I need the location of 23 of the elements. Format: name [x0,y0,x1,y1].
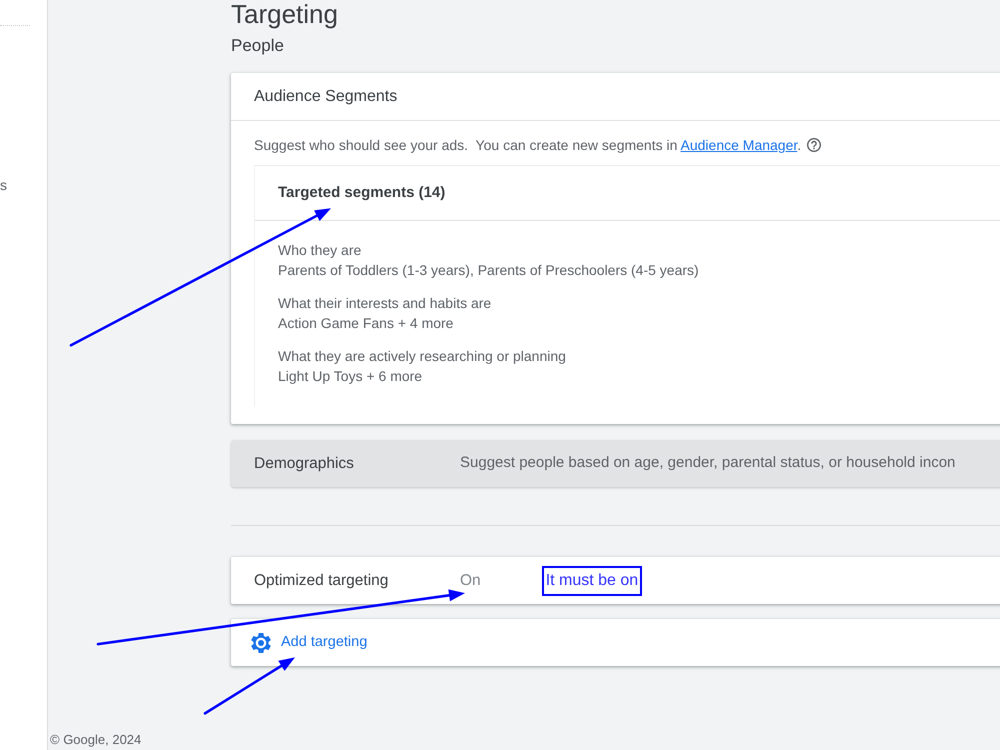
audience-manager-link[interactable]: Audience Manager [680,137,798,153]
segment-list-text: Parents of Toddlers (1-3 years), Parents of Preschoolers (4-5 years) [278,260,700,280]
description-text: Suggest who should see your ads. You can create new segments in Audience Manager. [254,136,802,155]
segment-category-label: What they are actively researching or planning [278,347,567,366]
card-title: Audience Segments [231,73,1000,121]
help-icon[interactable] [807,138,822,152]
demographics-panel[interactable]: Demographics Suggest people based on age, gender, parental status, or household incon [231,440,1000,487]
copyright-text: © Google, 2024 [50,733,142,747]
optimized-targeting-value: On [460,570,481,591]
gear-icon [251,632,271,652]
segment-category-label: What their interests and habits are [278,294,492,313]
annotation-note: It must be on [542,566,642,596]
section-heading: People [231,35,285,57]
segment-list-text: Action Game Fans + 4 more [278,314,454,332]
targeted-segments-title: Targeted segments (14) [278,182,446,203]
demographics-title: Demographics [254,454,354,472]
sidebar-item-text[interactable]: s [0,176,7,194]
segment-list-text: Light Up Toys + 6 more [278,366,424,386]
optimized-targeting-title: Optimized targeting [254,572,388,588]
page-title: Targeting [231,0,339,28]
segment-category-label: Who they are [278,241,362,260]
demographics-description: Suggest people based on age, gender, parental status, or household incon [460,453,956,474]
add-targeting-link[interactable]: Add targeting [251,632,368,654]
